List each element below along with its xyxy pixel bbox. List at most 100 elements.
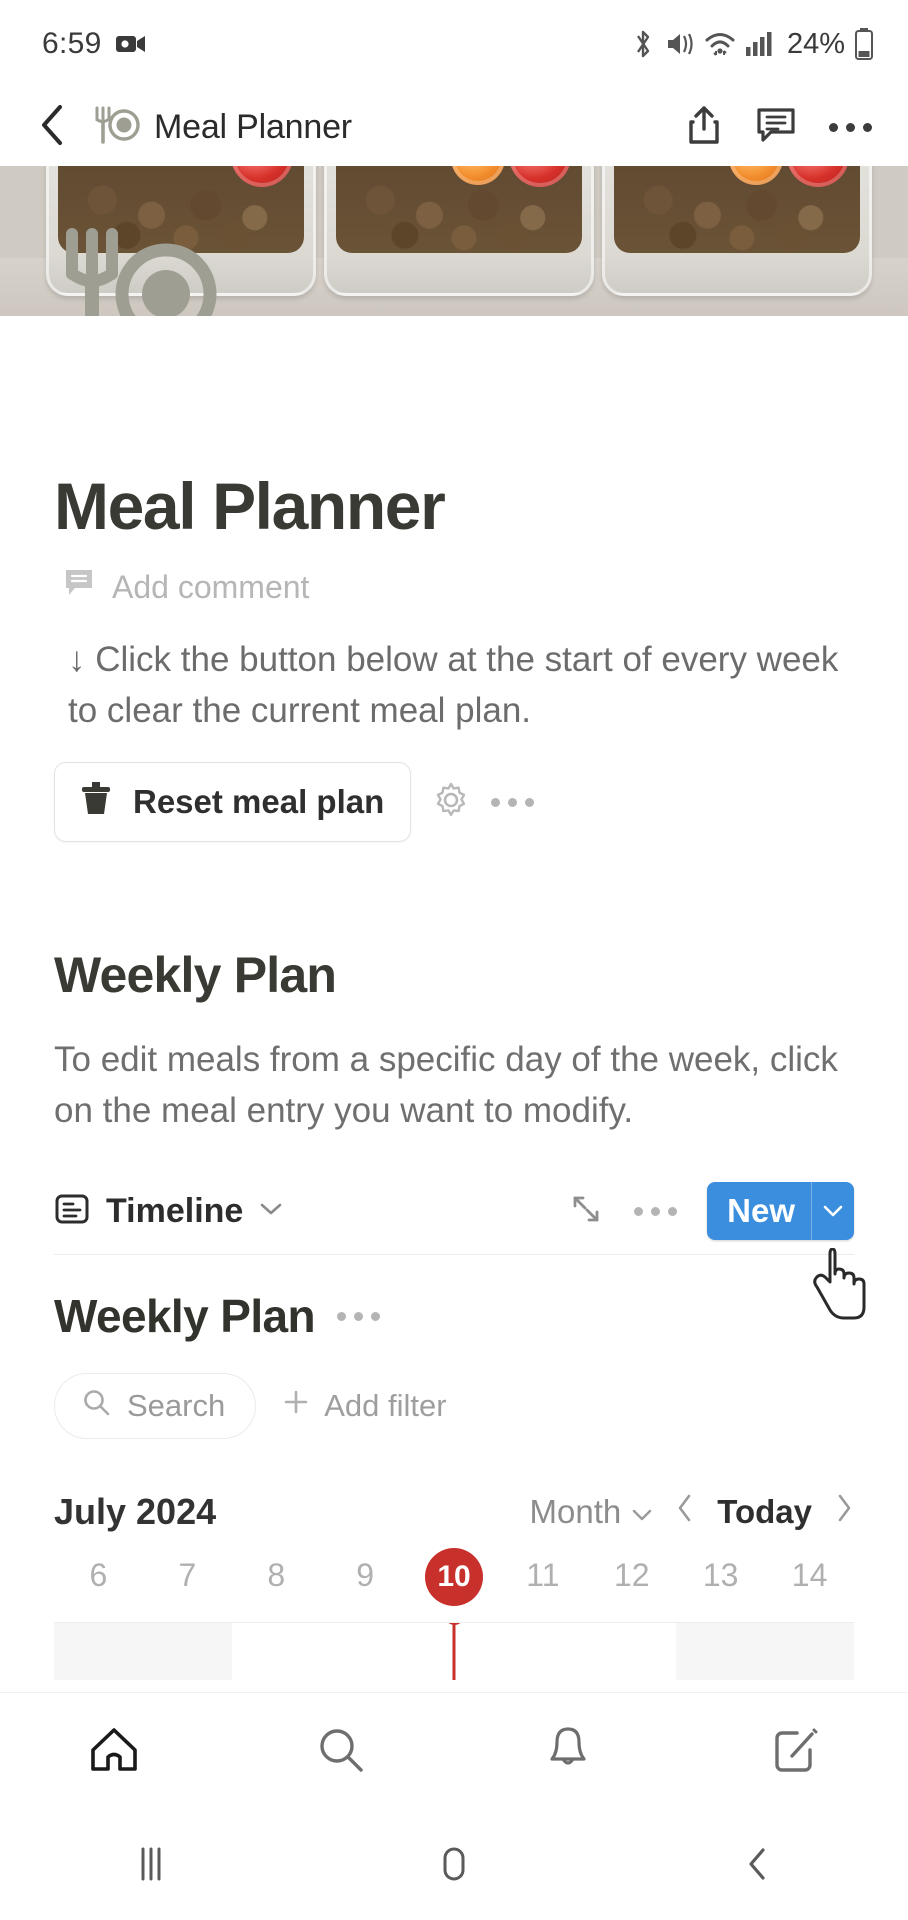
status-bar: 6:59 24% <box>0 0 908 88</box>
plus-icon <box>282 1388 310 1424</box>
timeline-day[interactable]: 11 <box>498 1557 587 1606</box>
today-badge: 10 <box>425 1548 483 1607</box>
search-icon <box>315 1724 367 1781</box>
compose-icon <box>770 1725 820 1780</box>
view-tab-timeline[interactable]: Timeline <box>54 1191 283 1232</box>
comment-icon <box>64 568 96 606</box>
timeline-grid-cell[interactable] <box>232 1623 321 1680</box>
cover-image <box>0 166 908 316</box>
battery-icon <box>854 28 874 60</box>
mute-vibrate-icon <box>665 30 695 58</box>
nav-notifications-button[interactable] <box>498 1703 638 1803</box>
scallion-greens <box>59 166 228 181</box>
back-button[interactable] <box>22 103 82 152</box>
search-icon <box>81 1387 111 1425</box>
timeline-day[interactable]: 12 <box>587 1557 676 1606</box>
timeline-day-row: 6 7 8 9 10 11 12 13 14 <box>54 1548 854 1607</box>
timeline-next-button[interactable] <box>834 1493 854 1531</box>
android-navigation-bar <box>0 1812 908 1920</box>
meal-container <box>324 166 594 296</box>
timeline-day[interactable]: 14 <box>765 1557 854 1606</box>
database-title-more-icon[interactable] <box>337 1311 381 1321</box>
more-options-icon[interactable] <box>829 122 872 132</box>
view-tab-label: Timeline <box>106 1191 244 1230</box>
nav-search-button[interactable] <box>271 1703 411 1803</box>
timeline-day[interactable]: 6 <box>54 1557 143 1606</box>
database-title-row: Weekly Plan <box>54 1289 854 1343</box>
status-bar-clock: 6:59 <box>42 27 102 60</box>
home-pill-icon <box>432 1840 476 1893</box>
gear-icon[interactable] <box>433 782 469 823</box>
weekly-plan-description: To edit meals from a specific day of the… <box>54 1040 838 1131</box>
page-body: Meal Planner Add comment ↓ Click the but… <box>0 316 908 1681</box>
database-toolbar: Timeline New <box>54 1182 854 1256</box>
timeline-zoom-label: Month <box>529 1493 622 1531</box>
timeline-grid-cell[interactable] <box>676 1623 766 1681</box>
app-header-actions <box>685 104 878 151</box>
nav-compose-button[interactable] <box>725 1703 865 1803</box>
app-header: Meal Planner <box>0 88 908 166</box>
new-button-caret[interactable] <box>812 1203 854 1219</box>
weekly-plan-heading: Weekly Plan <box>54 947 337 1004</box>
timeline-grid[interactable] <box>54 1622 854 1681</box>
timeline-view-icon <box>54 1191 90 1232</box>
add-comment-label: Add comment <box>112 568 310 605</box>
android-back-button[interactable] <box>682 1812 832 1920</box>
nav-home-button[interactable] <box>44 1703 184 1803</box>
block-more-options-icon[interactable] <box>491 797 535 807</box>
screen-recorder-icon <box>115 33 146 55</box>
reset-meal-plan-button[interactable]: Reset meal plan <box>54 762 412 843</box>
cellular-signal-icon <box>745 31 773 57</box>
filter-row: Search Add filter <box>54 1373 854 1440</box>
emoji-spacer <box>54 316 854 434</box>
timeline-day[interactable]: 7 <box>143 1557 232 1606</box>
trash-icon <box>79 779 113 825</box>
new-button[interactable]: New <box>707 1182 854 1241</box>
share-icon[interactable] <box>685 104 723 151</box>
bottom-navigation <box>0 1692 908 1812</box>
add-filter-button[interactable]: Add filter <box>282 1388 447 1424</box>
back-chevron-icon <box>739 1841 775 1892</box>
timeline-grid-cell[interactable] <box>54 1623 143 1681</box>
fork-and-plate-icon <box>88 104 142 151</box>
reset-meal-plan-label: Reset meal plan <box>133 783 385 821</box>
bluetooth-icon <box>630 29 656 59</box>
app-title: Meal Planner <box>154 107 352 146</box>
search-input[interactable]: Search <box>54 1373 257 1440</box>
recents-button[interactable] <box>76 1812 226 1920</box>
timeline-controls: Month Today <box>530 1493 854 1531</box>
meal-container <box>602 166 872 296</box>
database-more-options-icon[interactable] <box>634 1206 678 1216</box>
timeline-prev-button[interactable] <box>675 1493 695 1531</box>
search-placeholder: Search <box>127 1388 226 1424</box>
timeline-header: July 2024 Month Today <box>54 1491 854 1533</box>
bell-icon <box>543 1724 593 1781</box>
timeline-day-today[interactable]: 10 <box>410 1548 499 1607</box>
timeline-month-label: July 2024 <box>54 1491 217 1533</box>
timeline-today-marker <box>452 1623 456 1681</box>
timeline-day[interactable]: 8 <box>232 1557 321 1606</box>
add-comment-row[interactable]: Add comment <box>54 568 854 606</box>
comment-icon[interactable] <box>755 105 797 150</box>
recents-icon <box>129 1841 173 1892</box>
timeline-grid-cell[interactable] <box>498 1623 587 1680</box>
phone-screen: 6:59 24% Meal Planner Meal Planner Add c… <box>0 0 908 1920</box>
timeline-zoom-select[interactable]: Month <box>530 1493 654 1531</box>
timeline-grid-cell[interactable] <box>321 1623 410 1680</box>
timeline-day[interactable]: 9 <box>321 1557 410 1606</box>
expand-icon[interactable] <box>568 1191 604 1232</box>
back-chevron-icon <box>36 103 68 152</box>
page-title: Meal Planner <box>54 469 446 543</box>
timeline-today-button[interactable]: Today <box>717 1493 812 1531</box>
page-emoji-icon[interactable] <box>48 216 220 316</box>
home-button[interactable] <box>379 1812 529 1920</box>
timeline-grid-cell[interactable] <box>765 1623 854 1681</box>
toolbar-right-actions: New <box>568 1182 854 1241</box>
timeline-grid-cell[interactable] <box>587 1623 676 1680</box>
callout-text: ↓ Click the button below at the start of… <box>68 640 839 731</box>
chevron-down-icon <box>259 1200 283 1223</box>
status-bar-right: 24% <box>630 28 874 61</box>
timeline-grid-cell[interactable] <box>142 1623 232 1681</box>
timeline-day[interactable]: 13 <box>676 1557 765 1606</box>
database-title: Weekly Plan <box>54 1290 316 1343</box>
